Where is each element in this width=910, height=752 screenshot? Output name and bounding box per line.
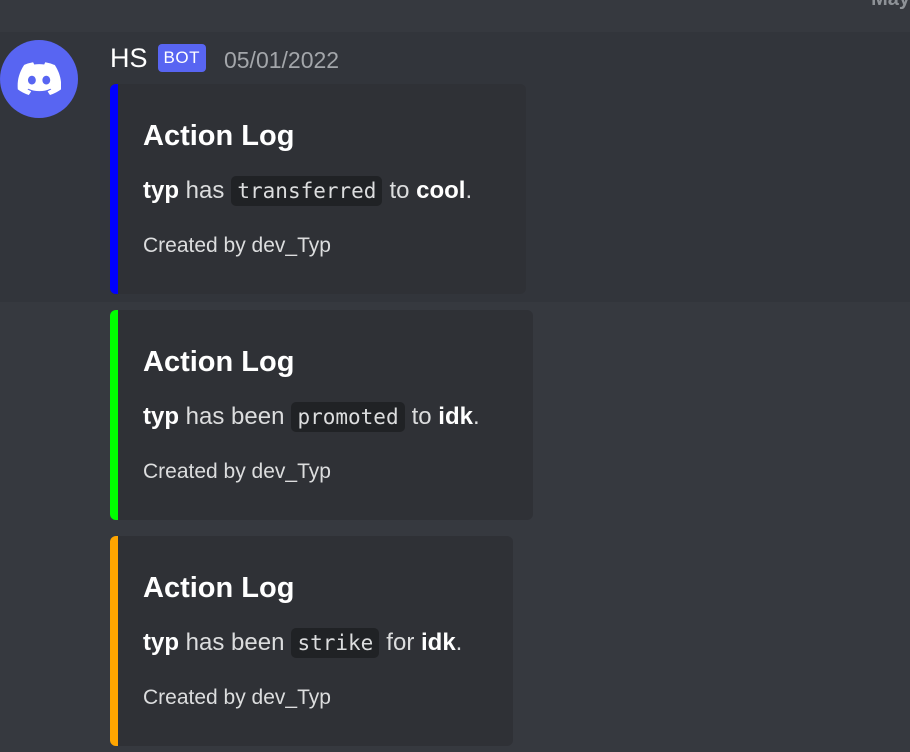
embed-footer: Created by dev_Typ bbox=[143, 234, 331, 257]
embed-title: Action Log bbox=[143, 572, 295, 604]
embed-card-2: Action Log typ has been promoted to idk. C… bbox=[110, 310, 533, 520]
embed-title: Action Log bbox=[143, 346, 295, 378]
bot-badge: BOT bbox=[157, 44, 206, 72]
embed-phrase: has been bbox=[185, 629, 285, 656]
embed-end: . bbox=[465, 177, 473, 204]
message-header: HS BOT 05/01/2022 bbox=[110, 40, 339, 76]
avatar[interactable] bbox=[0, 40, 78, 118]
embed-target: idk bbox=[420, 629, 456, 656]
embed-card-3: Action Log typ has been strike for idk. Cr… bbox=[110, 536, 513, 746]
embed-preposition: for bbox=[386, 629, 415, 656]
embed-description: typ has been promoted to idk. bbox=[143, 402, 480, 432]
embed-card-1: Action Log typ has transferred to cool. Cr… bbox=[110, 84, 526, 294]
inline-code: strike bbox=[291, 628, 380, 658]
embed-target: idk bbox=[438, 403, 473, 430]
embed-end: . bbox=[455, 629, 463, 656]
embed-description: typ has transferred to cool. bbox=[143, 176, 472, 206]
embed-subject: typ bbox=[143, 629, 179, 656]
embed-preposition: to bbox=[411, 403, 432, 430]
embed-subject: typ bbox=[143, 403, 179, 430]
inline-code: promoted bbox=[291, 402, 405, 432]
top-strip: May bbox=[0, 0, 910, 32]
username[interactable]: HS bbox=[110, 43, 148, 74]
embed-preposition: to bbox=[389, 177, 410, 204]
embed-phrase: has bbox=[185, 177, 225, 204]
embed-target: cool bbox=[416, 177, 466, 204]
embed-subject: typ bbox=[143, 177, 179, 204]
embed-footer: Created by dev_Typ bbox=[143, 460, 331, 483]
inline-code: transferred bbox=[231, 176, 383, 206]
date-divider-label: May bbox=[871, 0, 910, 11]
embed-footer: Created by dev_Typ bbox=[143, 686, 331, 709]
embed-description: typ has been strike for idk. bbox=[143, 628, 462, 658]
embed-title: Action Log bbox=[143, 120, 295, 152]
embed-end: . bbox=[472, 403, 480, 430]
embed-phrase: has been bbox=[185, 403, 285, 430]
message-timestamp[interactable]: 05/01/2022 bbox=[224, 47, 339, 74]
discord-logo-icon bbox=[17, 62, 61, 95]
